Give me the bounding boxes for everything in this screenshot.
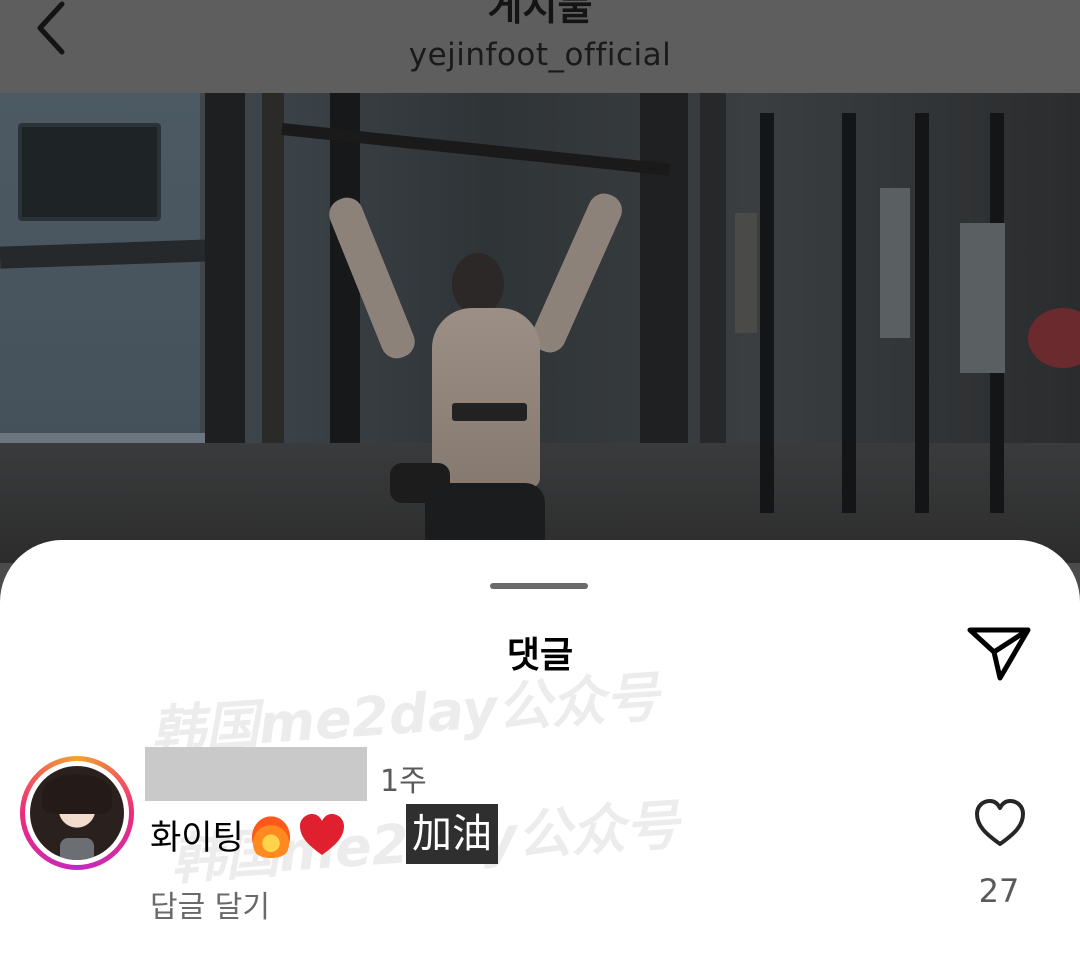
post-author-username[interactable]: yejinfoot_official — [0, 37, 1080, 73]
comment-timestamp: 1주 — [380, 764, 427, 799]
reply-button[interactable]: 답글 달기 — [150, 882, 270, 926]
like-comment-button[interactable] — [974, 798, 1026, 848]
paper-plane-icon — [967, 627, 1031, 681]
share-button[interactable] — [964, 622, 1034, 684]
heart-outline-icon — [975, 799, 1025, 846]
comment-body: 화이팅 — [150, 810, 346, 859]
post-header: 게시물 yejinfoot_official — [0, 0, 1080, 93]
like-count: 27 — [978, 872, 1020, 910]
red-heart-emoji-icon — [299, 813, 344, 855]
sheet-drag-handle[interactable] — [490, 583, 588, 589]
avatar[interactable] — [20, 756, 134, 870]
translation-caption: 加油 — [406, 804, 498, 864]
post-photo — [0, 93, 1080, 563]
comment-text: 화이팅 — [150, 818, 244, 858]
comments-sheet: 댓글 韩国me2day公众号 韩国me2day公众号 1주 화이팅 加油 — [0, 540, 1080, 970]
comments-title: 댓글 — [506, 635, 574, 676]
comment-username-redacted[interactable] — [145, 747, 367, 801]
fire-emoji-icon — [247, 811, 294, 858]
page-title: 게시물 — [487, 0, 593, 29]
